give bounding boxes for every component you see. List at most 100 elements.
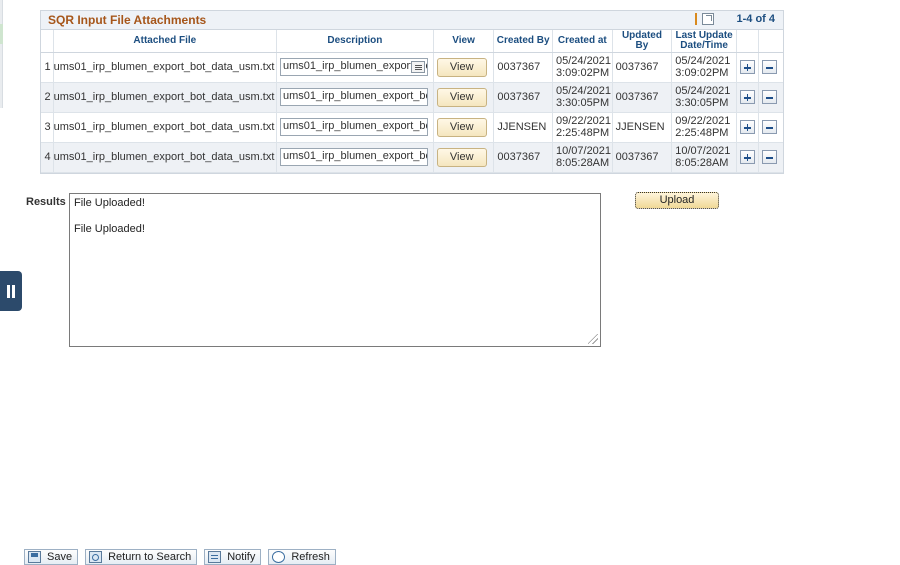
grid-tools: 1-4 of 4 — [695, 13, 775, 25]
created-time: 8:05:28AM — [555, 157, 610, 169]
created-time: 3:30:05PM — [555, 97, 610, 109]
grid-title: SQR Input File Attachments — [48, 13, 207, 27]
description-cell: ums01_irp_blumen_export_bc — [276, 112, 434, 143]
created-at: 05/24/2021 3:09:02PM — [552, 52, 613, 83]
add-cell — [736, 112, 760, 143]
description-input[interactable]: ums01_irp_blumen_export_bot — [280, 58, 429, 76]
updated-time: 3:09:02PM — [675, 67, 729, 79]
add-row-icon[interactable] — [739, 60, 755, 74]
resize-grip-icon[interactable] — [588, 334, 598, 344]
left-frame-edge — [0, 0, 3, 108]
col-description: Description — [276, 30, 434, 53]
delete-cell — [758, 82, 783, 113]
last-update: 09/22/2021 2:25:48PM — [671, 112, 737, 143]
table-header-row: Attached File Description View Created B… — [41, 30, 783, 53]
created-by: JJENSEN — [493, 112, 553, 143]
description-input[interactable]: ums01_irp_blumen_export_bc — [280, 148, 429, 166]
side-panel-toggle[interactable] — [0, 271, 22, 311]
add-cell — [736, 142, 760, 173]
view-button[interactable]: View — [436, 87, 487, 107]
table-row: 1 ums01_irp_blumen_export_bot_data_usm.t… — [41, 52, 783, 83]
refresh-button[interactable]: Refresh — [268, 549, 336, 565]
updated-date: 09/22/2021 — [675, 115, 731, 127]
col-view: View — [433, 30, 495, 53]
pause-icon — [7, 285, 10, 298]
prompt-icon[interactable] — [411, 61, 426, 73]
results-label: Results — [26, 196, 66, 208]
delete-cell — [758, 52, 783, 83]
delete-row-icon[interactable] — [762, 90, 778, 104]
table-row: 3 ums01_irp_blumen_export_bot_data_usm.t… — [41, 112, 783, 143]
pagination-label: 1-4 of 4 — [736, 13, 775, 25]
updated-time: 8:05:28AM — [675, 157, 729, 169]
return-to-search-button[interactable]: Return to Search — [85, 549, 198, 565]
last-update: 05/24/2021 3:09:02PM — [671, 52, 737, 83]
save-label: Save — [47, 551, 73, 563]
view-button[interactable]: View — [436, 57, 487, 77]
table-row: 4 ums01_irp_blumen_export_bot_data_usm.t… — [41, 142, 783, 173]
created-at: 09/22/2021 2:25:48PM — [552, 112, 613, 143]
row-number: 2 — [41, 82, 54, 113]
updated-date: 05/24/2021 — [675, 85, 731, 97]
delete-row-icon[interactable] — [762, 150, 778, 164]
created-by: 0037367 — [493, 52, 553, 83]
updated-by: 0037367 — [612, 52, 673, 83]
upload-button[interactable]: Upload — [635, 192, 719, 209]
view-cell: View — [433, 142, 495, 173]
row-number: 4 — [41, 142, 54, 173]
add-row-icon[interactable] — [739, 150, 755, 164]
col-created-at: Created at — [552, 30, 613, 53]
updated-date: 05/24/2021 — [675, 55, 731, 67]
page-toolbar: Save Return to Search Notify Refresh — [24, 549, 336, 565]
add-cell — [736, 52, 760, 83]
attached-file-name: ums01_irp_blumen_export_bot_data_usm.txt — [53, 82, 278, 113]
save-icon — [28, 551, 41, 563]
personalize-divider — [695, 13, 698, 25]
description-value: ums01_irp_blumen_export_bc — [283, 150, 429, 162]
col-updated-by: Updated By — [612, 30, 673, 53]
results-line: File Uploaded! — [74, 197, 145, 209]
view-button[interactable]: View — [436, 117, 487, 137]
col-num — [41, 30, 54, 53]
refresh-label: Refresh — [291, 551, 330, 563]
pause-icon-bar — [12, 285, 15, 298]
created-at: 05/24/2021 3:30:05PM — [552, 82, 613, 113]
row-number: 3 — [41, 112, 54, 143]
description-value: ums01_irp_blumen_export_bc — [283, 90, 429, 102]
table-row: 2 ums01_irp_blumen_export_bot_data_usm.t… — [41, 82, 783, 113]
created-by: 0037367 — [493, 142, 553, 173]
add-cell — [736, 82, 760, 113]
updated-time: 2:25:48PM — [675, 127, 729, 139]
notify-label: Notify — [227, 551, 256, 563]
results-line: File Uploaded! — [74, 223, 145, 235]
created-date: 10/07/2021 — [555, 145, 612, 157]
created-time: 2:25:48PM — [555, 127, 610, 139]
last-update: 10/07/2021 8:05:28AM — [671, 142, 737, 173]
updated-by: 0037367 — [612, 82, 673, 113]
updated-by: 0037367 — [612, 142, 673, 173]
attached-file-name: ums01_irp_blumen_export_bot_data_usm.txt — [53, 52, 278, 83]
results-textarea[interactable]: File Uploaded! File Uploaded! — [69, 193, 601, 347]
description-cell: ums01_irp_blumen_export_bot — [276, 52, 434, 83]
description-cell: ums01_irp_blumen_export_bc — [276, 82, 434, 113]
view-all-icon[interactable] — [702, 13, 715, 25]
notify-button[interactable]: Notify — [204, 549, 262, 565]
add-row-icon[interactable] — [739, 120, 755, 134]
updated-date: 10/07/2021 — [675, 145, 731, 157]
description-input[interactable]: ums01_irp_blumen_export_bc — [280, 118, 429, 136]
view-button[interactable]: View — [436, 147, 487, 167]
description-value: ums01_irp_blumen_export_bc — [283, 120, 429, 132]
delete-row-icon[interactable] — [762, 60, 778, 74]
notify-icon — [208, 551, 222, 563]
delete-row-icon[interactable] — [762, 120, 778, 134]
add-row-icon[interactable] — [739, 90, 755, 104]
description-value: ums01_irp_blumen_export_bot — [283, 60, 429, 72]
col-delete — [758, 30, 783, 53]
col-add — [736, 30, 760, 53]
refresh-icon — [272, 551, 286, 563]
created-at: 10/07/2021 8:05:28AM — [552, 142, 613, 173]
created-date: 09/22/2021 — [555, 115, 612, 127]
last-update: 05/24/2021 3:30:05PM — [671, 82, 737, 113]
save-button[interactable]: Save — [24, 549, 79, 565]
description-input[interactable]: ums01_irp_blumen_export_bc — [280, 88, 429, 106]
